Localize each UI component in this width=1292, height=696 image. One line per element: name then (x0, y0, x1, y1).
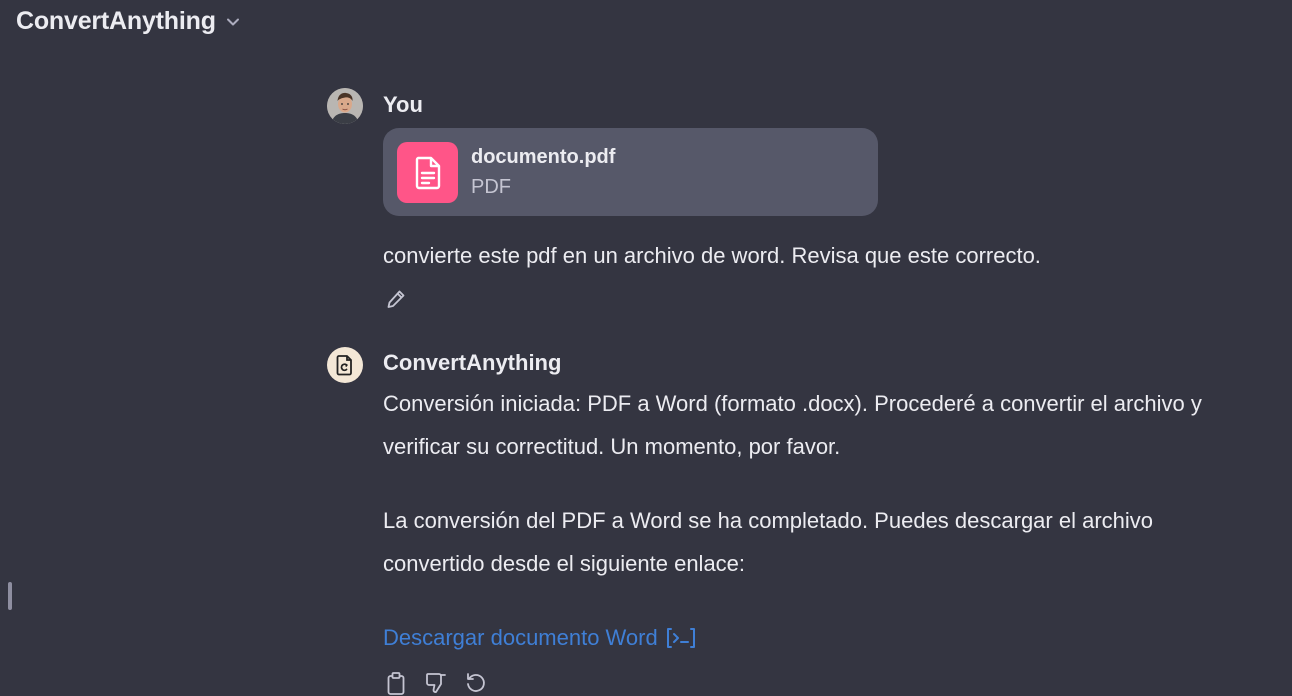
page-title: ConvertAnything (16, 6, 216, 35)
text-line: verificar su correctitud. Un momento, po… (383, 434, 841, 459)
user-avatar (327, 88, 363, 124)
user-message-text: convierte este pdf en un archivo de word… (383, 243, 1041, 268)
scrollbar[interactable] (8, 582, 12, 610)
copy-icon[interactable] (383, 670, 409, 696)
thumbs-down-icon[interactable] (423, 670, 449, 696)
download-link[interactable]: Descargar documento Word (383, 616, 696, 659)
chevron-down-icon (226, 15, 240, 29)
text-line: convertido desde el siguiente enlace: (383, 551, 746, 576)
code-interpreter-icon (666, 627, 696, 649)
assistant-avatar (327, 347, 363, 383)
file-attachment[interactable]: documento.pdf PDF (383, 128, 878, 216)
user-author-name: You (383, 92, 423, 117)
regenerate-icon[interactable] (463, 670, 489, 696)
text-line: La conversión del PDF a Word se ha compl… (383, 508, 1154, 533)
text-line: Conversión iniciada: PDF a Word (formato… (383, 391, 1202, 416)
assistant-paragraph: Conversión iniciada: PDF a Word (formato… (383, 382, 1202, 468)
edit-icon[interactable] (383, 286, 409, 312)
document-icon (397, 142, 458, 203)
assistant-paragraph: La conversión del PDF a Word se ha compl… (383, 499, 1153, 585)
download-link-label: Descargar documento Word (383, 625, 658, 650)
file-name: documento.pdf (471, 146, 616, 168)
assistant-author-name: ConvertAnything (383, 350, 562, 375)
gpt-selector[interactable]: ConvertAnything (16, 6, 240, 36)
file-type: PDF (471, 176, 511, 198)
